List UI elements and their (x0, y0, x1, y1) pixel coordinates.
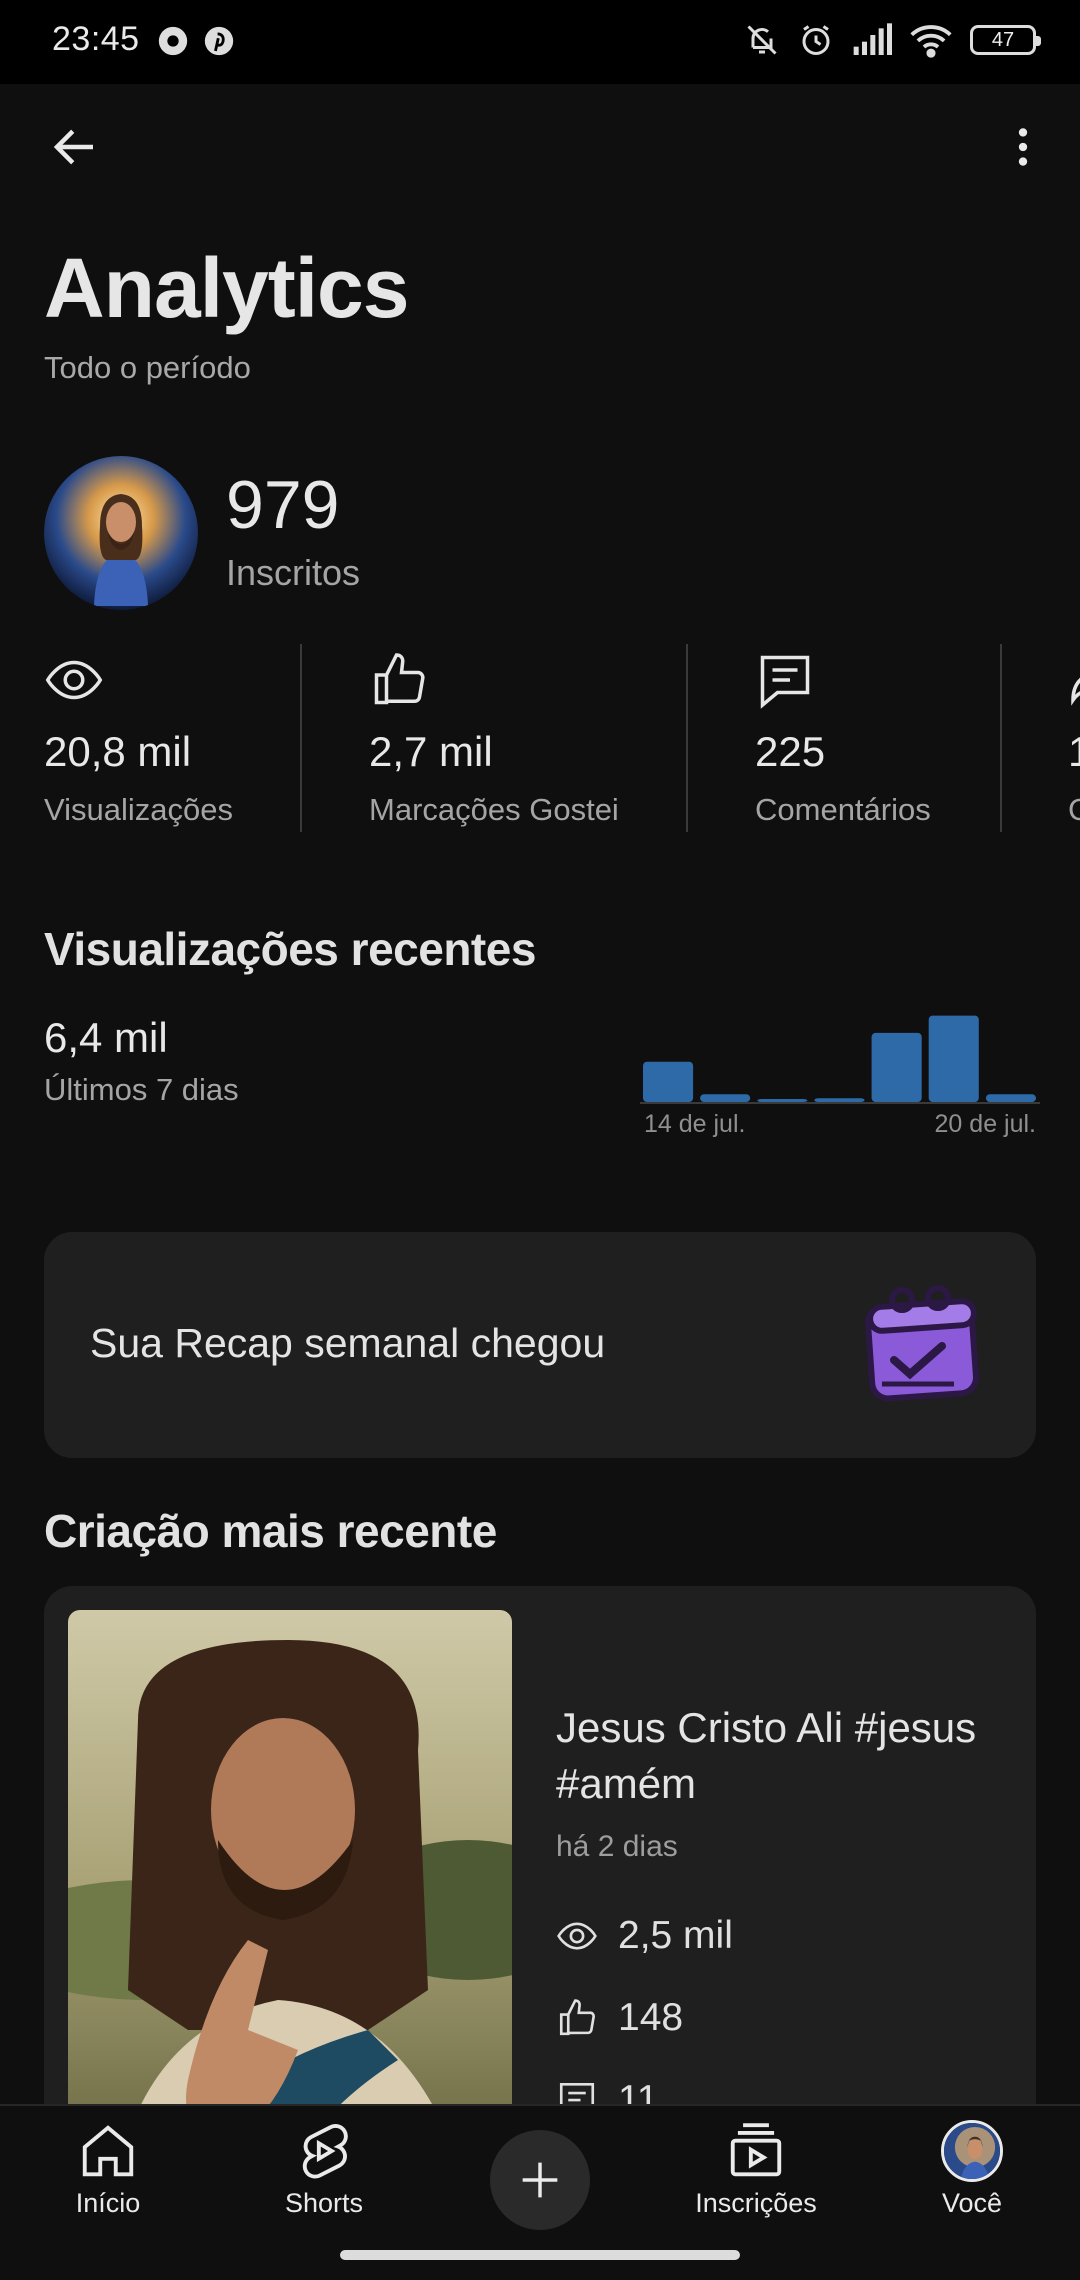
subscriber-label: Inscritos (226, 552, 361, 593)
tick-label-start: 14 de jul. (644, 1110, 746, 1138)
comment-icon (760, 655, 810, 709)
nav-shorts-label: Shorts (284, 2188, 364, 2218)
video-age: há 2 dias (556, 1830, 678, 1863)
chart-bar-16-de-jul- (757, 1099, 808, 1102)
wifi-icon (910, 25, 952, 58)
status-time: 23:45 (52, 20, 140, 58)
chart-bar-20-de-jul- (985, 1094, 1036, 1102)
tick-label-end: 20 de jul. (934, 1110, 1036, 1138)
recent-views-label: Últimos 7 dias (44, 1072, 239, 1107)
more-options-button[interactable] (988, 112, 1058, 182)
video-likes-value: 148 (618, 1996, 684, 2039)
signal-icon (853, 23, 892, 55)
create-button[interactable] (490, 2130, 590, 2230)
weekly-recap-card[interactable]: Sua Recap semanal chegou (44, 1232, 1036, 1458)
snapchat-icon (158, 26, 188, 56)
status-system-icons: 47 (744, 22, 1041, 58)
stat-label: Visualizações (44, 792, 233, 827)
subscriptions-icon (730, 2123, 782, 2177)
divider (300, 644, 302, 832)
chart-bar-17-de-jul- (814, 1098, 865, 1102)
nav-shorts[interactable]: Shorts (234, 2120, 414, 2240)
home-indicator[interactable] (340, 2250, 740, 2260)
like-icon (559, 1999, 595, 2036)
home-icon (82, 2125, 134, 2177)
stats-carousel[interactable]: 20,8 mil Visualizações 2,7 mil Marcações… (0, 640, 1080, 836)
video-views: 2,5 mil (556, 1914, 733, 1958)
battery-icon: 47 (970, 25, 1041, 55)
plus-icon (522, 2162, 558, 2198)
video-likes: 148 (556, 1996, 683, 2040)
back-button[interactable] (40, 112, 110, 182)
stat-label: Comentários (755, 792, 931, 827)
nav-home-label: Início (75, 2188, 141, 2218)
video-title[interactable]: Jesus Cristo Ali #jesus #amém (556, 1700, 996, 1812)
nav-subscriptions[interactable]: Inscrições (666, 2120, 846, 2240)
chart-bar-15-de-jul- (700, 1094, 751, 1102)
nav-subscriptions-label: Inscrições (695, 2188, 817, 2218)
shorts-icon (302, 2123, 348, 2179)
chart-bar-18-de-jul- (871, 1032, 922, 1102)
eye-icon (45, 660, 103, 700)
mute-icon (747, 25, 777, 55)
stat-value: 1 (1068, 728, 1080, 775)
user-avatar (941, 2120, 1003, 2182)
stat-label: Marcações Gostei (369, 792, 619, 827)
arrow-left-icon (53, 129, 93, 165)
nav-home[interactable]: Início (18, 2120, 198, 2240)
stat-value: 2,7 mil (369, 728, 493, 775)
chart-bar-19-de-jul- (928, 1015, 979, 1102)
stat-value: 20,8 mil (44, 728, 192, 775)
latest-creation-title: Criação mais recente (44, 1505, 497, 1557)
divider (1000, 644, 1002, 832)
stat-value: 225 (755, 728, 826, 775)
recent-views-chart[interactable]: 14 de jul. 20 de jul. (640, 1000, 1040, 1140)
pinterest-icon (204, 26, 234, 56)
alarm-icon (802, 25, 830, 55)
battery-level: 47 (991, 28, 1015, 51)
recent-views-value: 6,4 mil (44, 1014, 168, 1061)
chart-bar-14-de-jul- (643, 1061, 694, 1102)
nav-you-label: Você (941, 2188, 1003, 2218)
stat-label: C (1068, 792, 1080, 827)
recent-views-title: Visualizações recentes (44, 923, 536, 975)
top-app-bar (0, 84, 1080, 210)
video-views-value: 2,5 mil (618, 1914, 733, 1957)
channel-avatar (44, 456, 198, 610)
share-icon (1071, 677, 1080, 706)
divider (686, 644, 688, 832)
status-bar: 23:45 47 (0, 0, 1080, 84)
more-vertical-icon (1018, 128, 1028, 166)
period-label: Todo o período (44, 350, 251, 385)
eye-icon (557, 1922, 597, 1950)
subscriber-count: 979 (226, 467, 340, 543)
like-icon (374, 653, 425, 705)
calendar-check-icon (864, 1285, 980, 1402)
status-notification-icons (156, 24, 236, 58)
page-title: Analytics (44, 241, 409, 335)
recap-text: Sua Recap semanal chegou (90, 1320, 606, 1366)
nav-you[interactable]: Você (882, 2120, 1062, 2240)
bar-chart (640, 1015, 1040, 1104)
